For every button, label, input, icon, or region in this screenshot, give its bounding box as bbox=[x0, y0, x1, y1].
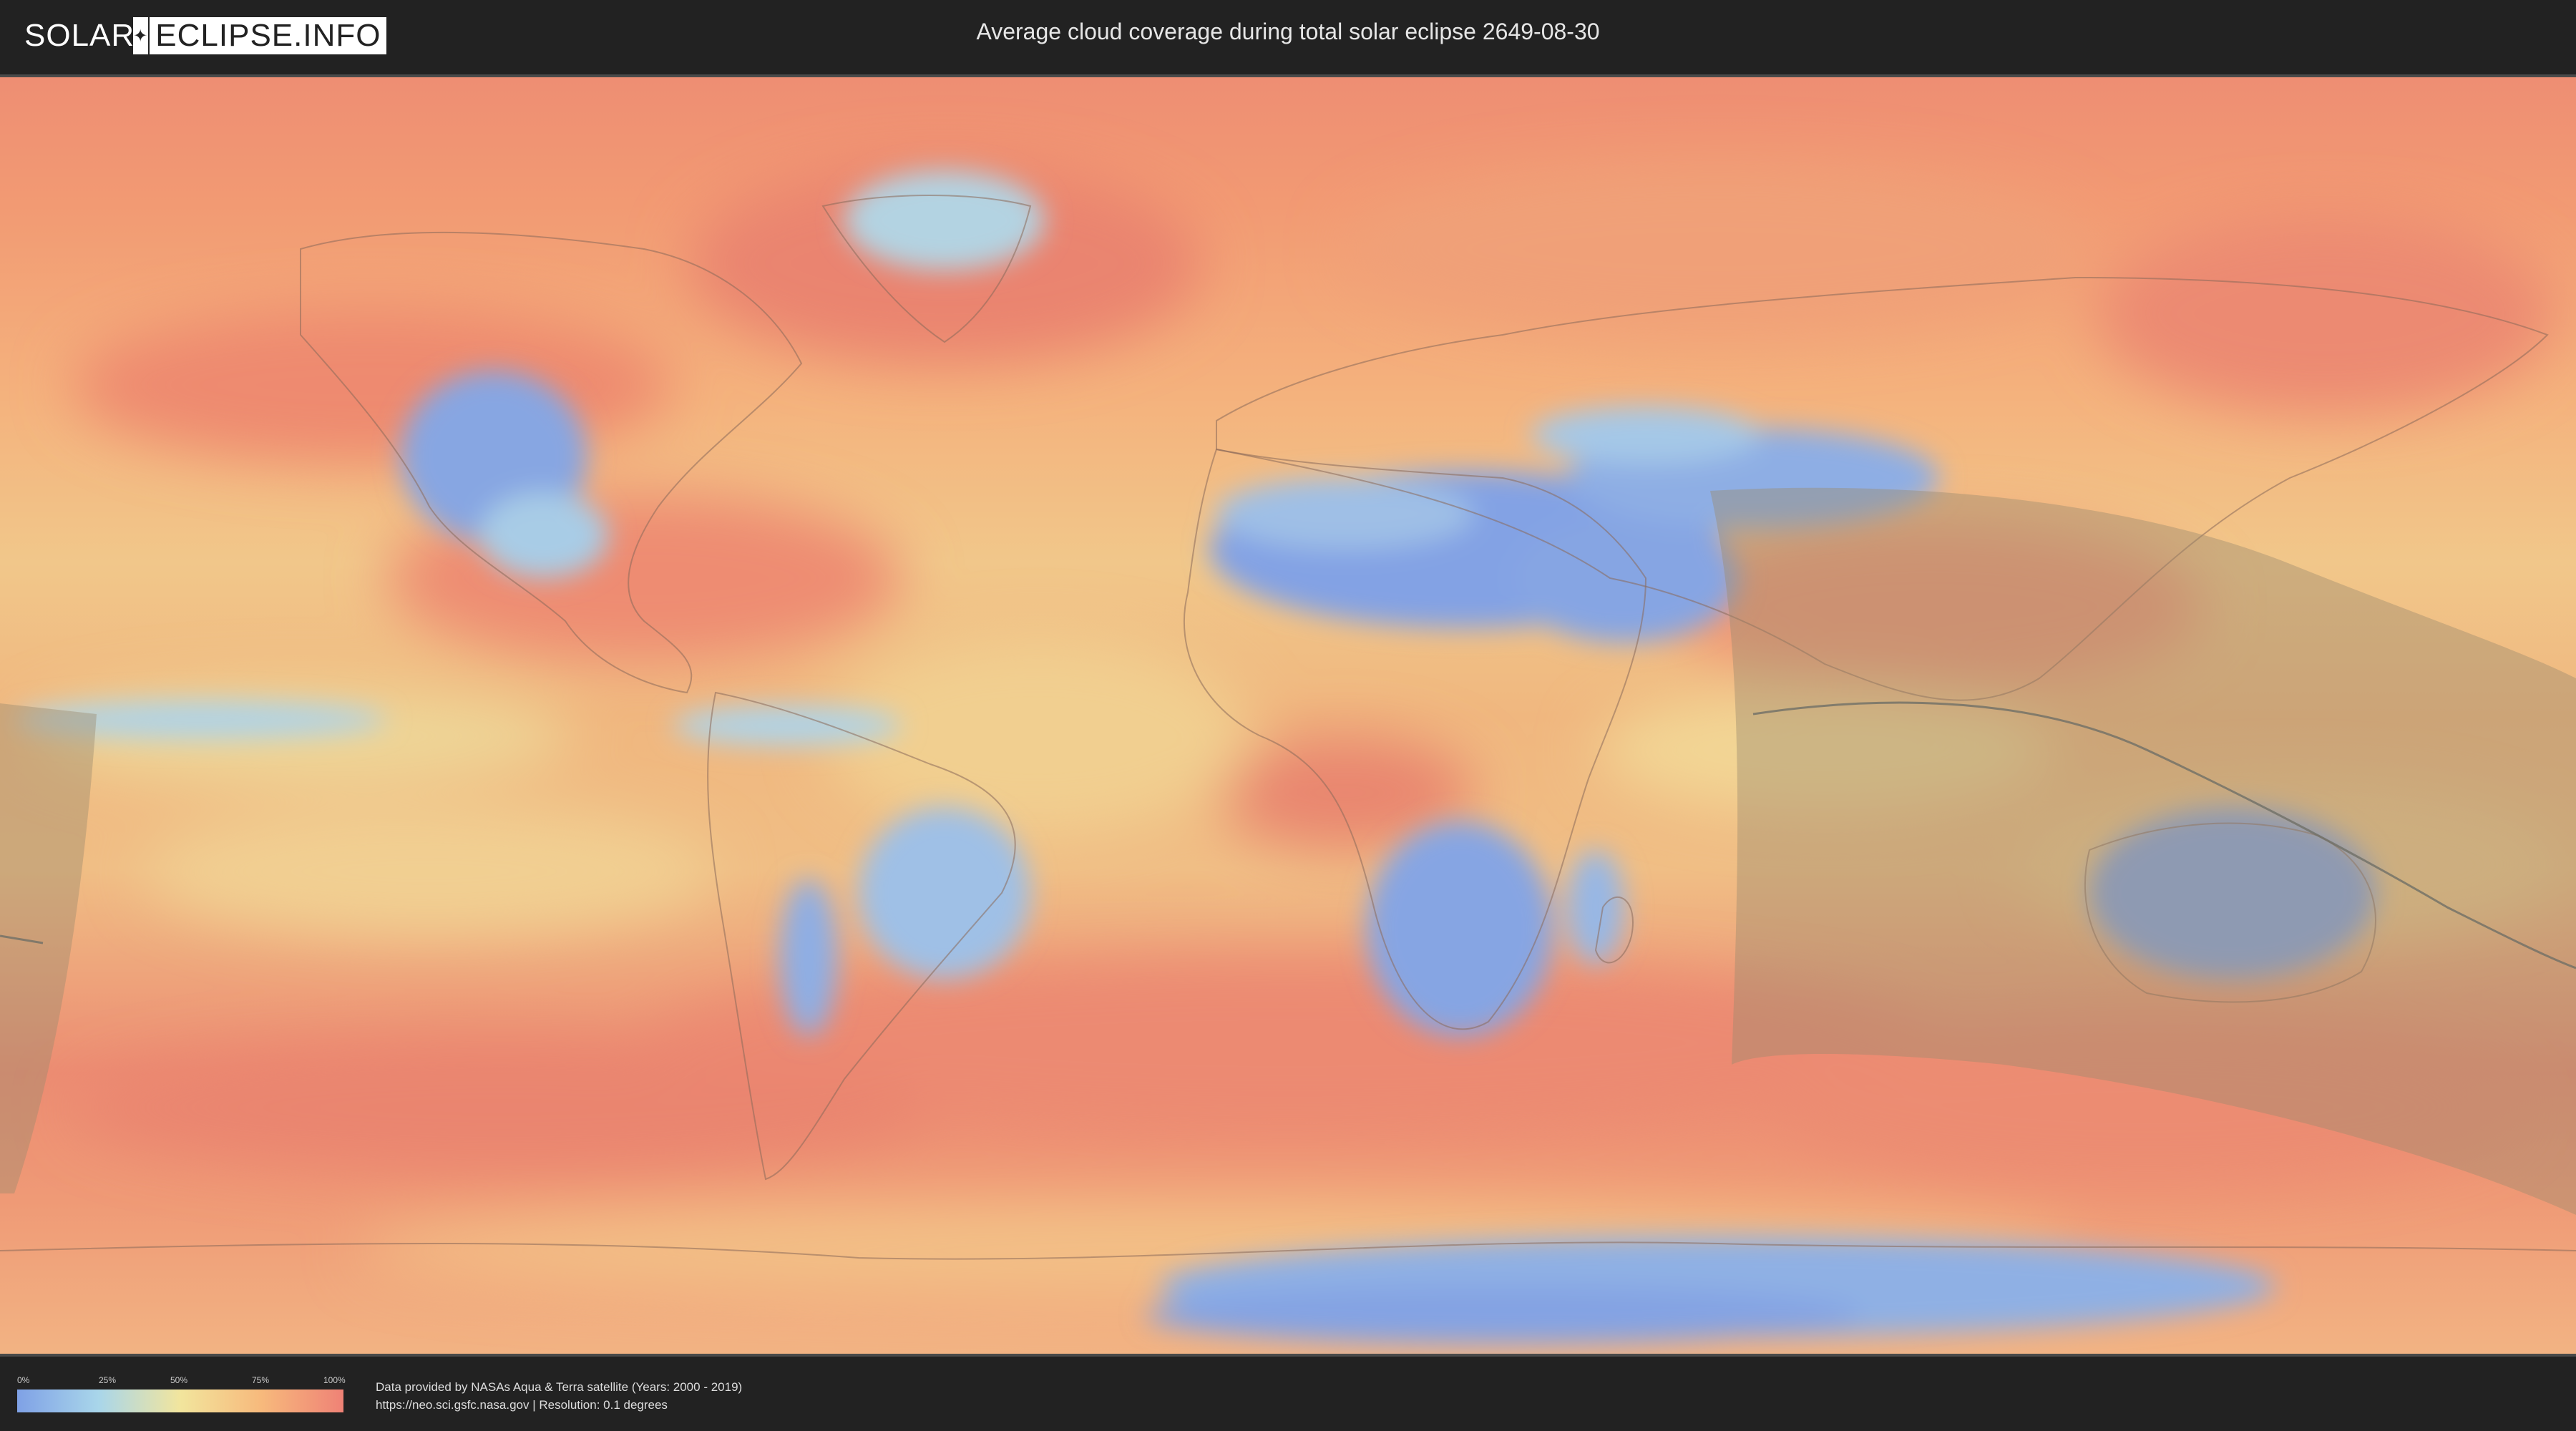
legend-labels: 0% 25% 50% 75% 100% bbox=[17, 1375, 346, 1385]
legend-label-0: 0% bbox=[17, 1375, 30, 1385]
legend-label-25: 25% bbox=[99, 1375, 117, 1385]
legend-color-scale bbox=[17, 1390, 343, 1412]
header-bar: SOLAR ✦ ECLIPSE.INFO Average cloud cover… bbox=[0, 0, 2576, 72]
legend-label-50: 50% bbox=[170, 1375, 188, 1385]
map-svg bbox=[0, 77, 2576, 1354]
cloud-coverage-map[interactable] bbox=[0, 74, 2576, 1357]
data-credits: Data provided by NASAs Aqua & Terra sate… bbox=[376, 1378, 742, 1414]
credits-line-2[interactable]: https://neo.sci.gsfc.nasa.gov | Resoluti… bbox=[376, 1396, 742, 1414]
credits-line-1: Data provided by NASAs Aqua & Terra sate… bbox=[376, 1380, 743, 1394]
legend-label-100: 100% bbox=[323, 1375, 346, 1385]
page-title: Average cloud coverage during total sola… bbox=[976, 19, 1600, 44]
legend-label-75: 75% bbox=[252, 1375, 270, 1385]
